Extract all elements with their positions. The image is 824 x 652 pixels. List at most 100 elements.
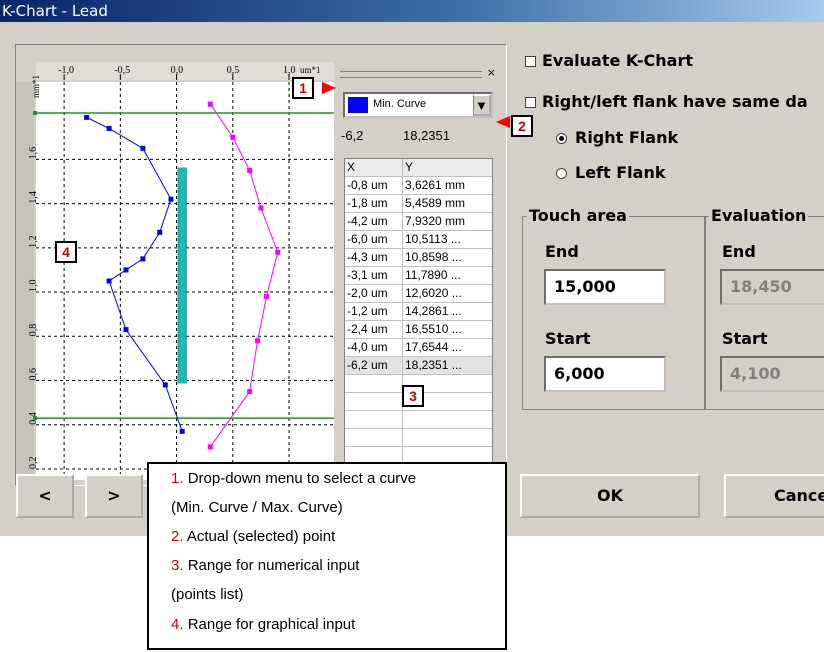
- legend-text-4: Range for graphical input: [187, 616, 356, 633]
- touch-end-field[interactable]: 15,000: [544, 269, 666, 305]
- x-tick-label: -0,5: [114, 65, 130, 76]
- next-button[interactable]: >: [85, 474, 143, 518]
- legend-num-2: 2.: [171, 528, 184, 545]
- curve-point[interactable]: [84, 114, 90, 120]
- curve-point[interactable]: [179, 428, 185, 434]
- curve-point[interactable]: [275, 249, 281, 255]
- curve-select-value: Min. Curve: [373, 98, 427, 110]
- legend-text-1b: (Min. Curve / Max. Curve): [171, 499, 343, 516]
- legend-text-3b: (points list): [171, 586, 244, 603]
- curve-color-swatch: [348, 97, 368, 113]
- left-flank-radio[interactable]: Left Flank: [556, 163, 665, 182]
- curve-point[interactable]: [168, 196, 174, 202]
- legend-text-3: Range for numerical input: [187, 557, 360, 574]
- cancel-button[interactable]: Cance: [724, 474, 824, 518]
- table-row[interactable]: -2,4 um 16,5510 ...: [345, 321, 492, 339]
- y-tick-label: 1,0: [28, 280, 39, 293]
- curve-point[interactable]: [123, 267, 129, 273]
- touch-start-label: Start: [545, 329, 591, 348]
- curve-point[interactable]: [247, 167, 253, 173]
- close-icon[interactable]: ×: [487, 66, 496, 79]
- radio-dot: [556, 133, 567, 144]
- curve-point[interactable]: [123, 327, 129, 333]
- table-row[interactable]: -4,0 um 17,6544 ...: [345, 339, 492, 357]
- cell-x: -1,2 um: [345, 303, 403, 320]
- touch-end-label: End: [545, 242, 579, 261]
- evaluation-range-bar[interactable]: [177, 169, 187, 381]
- left-flank-label: Left Flank: [575, 163, 666, 182]
- legend-line-2: 2. Actual (selected) point: [171, 528, 335, 545]
- cell-y: 11,7890 ...: [405, 268, 461, 282]
- legend-line-3: 3. Range for numerical input: [171, 557, 359, 574]
- y-tick-label: 0,8: [28, 324, 39, 337]
- range-handle-bottom[interactable]: [177, 375, 188, 384]
- window-title: K-Chart - Lead: [2, 2, 108, 20]
- splitter-grip: [340, 71, 482, 78]
- evaluation-start-label: Start: [722, 329, 768, 348]
- cell-x: [345, 393, 403, 410]
- column-header-y: Y: [405, 160, 414, 174]
- x-tick-label: 0,5: [227, 65, 240, 76]
- touch-start-field[interactable]: 6,000: [544, 356, 666, 392]
- curve-point[interactable]: [140, 256, 146, 262]
- k-chart[interactable]: -1,0 -0,5 0,0 0,5 1,0 um*1 1,6 1,4 1,2 1,0 0,8 0,6 0…: [16, 62, 336, 480]
- curve-point[interactable]: [247, 389, 253, 395]
- evaluation-title: Evaluation: [709, 206, 809, 225]
- points-table[interactable]: X Y -0,8 um 3,6261 mm -1,8 um 5,4589 mm -4,2…: [344, 158, 493, 470]
- touch-area-title: Touch area: [527, 206, 629, 225]
- legend-text-2: Actual (selected) point: [186, 528, 336, 545]
- right-flank-radio[interactable]: Right Flank: [556, 128, 678, 147]
- title-bar: K-Chart - Lead: [0, 0, 824, 22]
- table-row[interactable]: -1,8 um 5,4589 mm: [345, 195, 492, 213]
- table-row[interactable]: -0,8 um 3,6261 mm: [345, 177, 492, 195]
- table-row-empty[interactable]: [345, 429, 492, 447]
- curve-point[interactable]: [207, 101, 213, 107]
- curve-point[interactable]: [157, 229, 163, 235]
- curve-select[interactable]: Min. Curve ▼: [343, 92, 493, 118]
- table-row[interactable]: -6,2 um 18,2351 ...: [345, 357, 492, 375]
- y-tick-label: 1,6: [28, 147, 39, 160]
- annotation-badge-2: 2: [511, 115, 533, 137]
- annotation-badge-1: 1: [292, 77, 314, 99]
- range-handle-top[interactable]: [177, 167, 188, 176]
- splitter-handle[interactable]: ×: [336, 66, 502, 84]
- annotation-badge-3: 3: [402, 385, 424, 407]
- table-row[interactable]: -1,2 um 14,2861 ...: [345, 303, 492, 321]
- y-tick-label: 1,2: [28, 235, 39, 248]
- x-unit-label: um*1: [300, 65, 321, 75]
- evaluation-end-label: End: [722, 242, 756, 261]
- table-row[interactable]: -2,0 um 12,6020 ...: [345, 285, 492, 303]
- table-row[interactable]: -3,1 um 11,7890 ...: [345, 267, 492, 285]
- limit-handle[interactable]: [33, 416, 37, 421]
- curve-point[interactable]: [258, 205, 264, 211]
- legend-text-1: Drop-down menu to select a curve: [187, 470, 417, 487]
- previous-button[interactable]: <: [16, 474, 74, 518]
- curve-point[interactable]: [264, 293, 270, 299]
- evaluate-label: Evaluate K-Chart: [542, 51, 694, 70]
- limit-handle[interactable]: [33, 110, 37, 115]
- column-header-x: X: [345, 159, 403, 176]
- selected-point-x: -6,2: [341, 128, 364, 143]
- table-row[interactable]: -4,2 um 7,9320 mm: [345, 213, 492, 231]
- legend-line-1b: (Min. Curve / Max. Curve): [171, 499, 343, 516]
- table-row[interactable]: -4,3 um 10,8598 ...: [345, 249, 492, 267]
- curve-point[interactable]: [106, 125, 112, 131]
- table-row-empty[interactable]: [345, 411, 492, 429]
- cell-x: -3,1 um: [345, 267, 403, 284]
- chevron-down-icon[interactable]: ▼: [473, 94, 491, 116]
- x-tick-label: -1,0: [58, 65, 74, 76]
- curve-point[interactable]: [106, 278, 112, 284]
- ok-button[interactable]: OK: [520, 474, 700, 518]
- same-data-checkbox[interactable]: Right/left flank have same da: [525, 92, 808, 111]
- cell-x: -1,8 um: [345, 195, 403, 212]
- annotation-arrow-1: [322, 82, 336, 94]
- curve-point[interactable]: [162, 382, 168, 388]
- table-row[interactable]: -6,0 um 10,5113 ...: [345, 231, 492, 249]
- evaluate-k-chart-checkbox[interactable]: Evaluate K-Chart: [525, 51, 693, 70]
- curve-point[interactable]: [207, 444, 213, 450]
- curve-point[interactable]: [140, 145, 146, 151]
- cell-y: 12,6020 ...: [405, 286, 462, 300]
- curve-point[interactable]: [255, 338, 261, 344]
- table-header: X Y: [345, 159, 492, 177]
- curve-point[interactable]: [230, 134, 236, 140]
